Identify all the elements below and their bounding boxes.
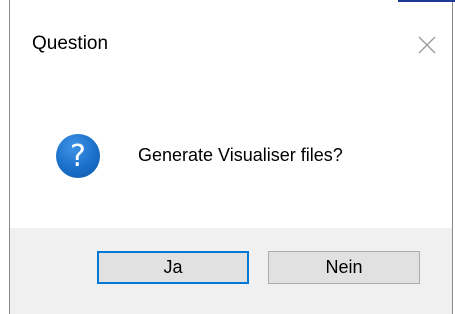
dialog-title: Question <box>32 33 109 54</box>
question-dialog: Question ? Generate Visualiser files? Ja… <box>0 0 455 314</box>
title-bar[interactable]: Question <box>10 2 452 86</box>
dialog-content: ? Generate Visualiser files? <box>10 86 452 228</box>
close-button[interactable] <box>408 26 446 64</box>
window-border-right <box>452 0 453 314</box>
question-mark-glyph: ? <box>70 138 86 174</box>
question-mark-icon: ? <box>56 134 100 178</box>
window-edge-left <box>0 0 9 314</box>
close-icon <box>418 36 436 54</box>
yes-button[interactable]: Ja <box>97 251 249 284</box>
no-button[interactable]: Nein <box>268 251 420 284</box>
dialog-message: Generate Visualiser files? <box>138 145 343 165</box>
dialog-footer: Ja Nein <box>10 228 452 314</box>
